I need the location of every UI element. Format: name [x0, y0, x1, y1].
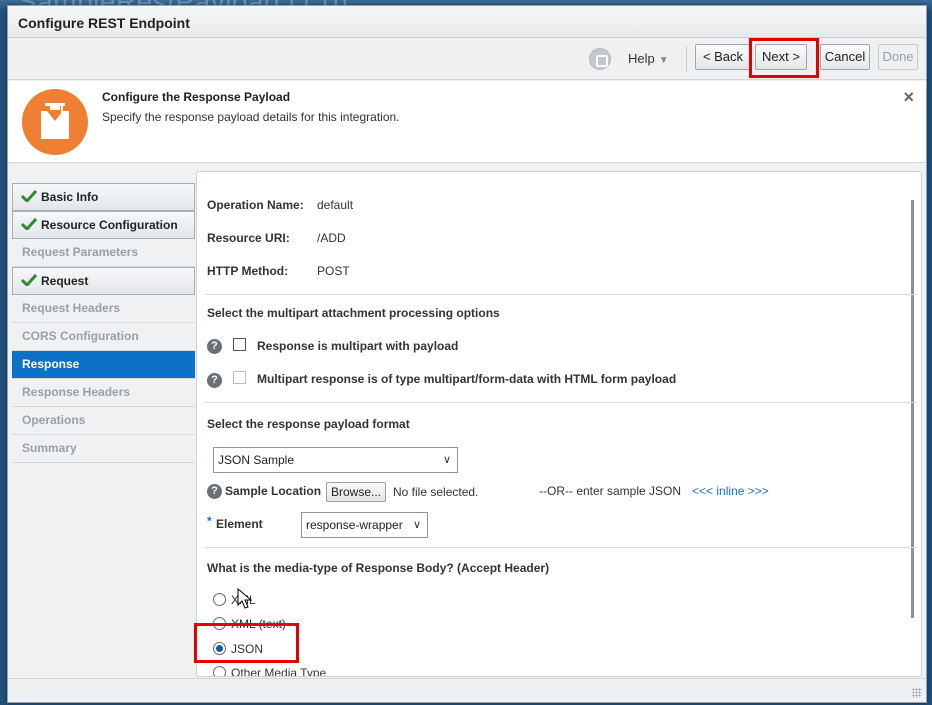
sidebar-item-label: Request — [41, 274, 89, 288]
sidebar-item-request[interactable]: Request — [12, 267, 195, 295]
sidebar-item-label: Resource Configuration — [41, 218, 178, 232]
divider — [205, 547, 917, 548]
multipart-payload-checkbox[interactable] — [233, 338, 246, 351]
configure-rest-dialog: Configure REST Endpoint Help ▼ < Back Nex… — [7, 5, 927, 703]
recorder-icon[interactable] — [589, 48, 611, 70]
sidebar-item-request-parameters[interactable]: Request Parameters — [12, 239, 195, 267]
element-select[interactable]: response-wrapper ∨ — [301, 512, 428, 538]
sidebar-item-label: Summary — [22, 441, 77, 455]
divider — [205, 294, 917, 295]
banner-subtitle: Specify the response payload details for… — [102, 110, 400, 124]
payload-icon — [22, 89, 88, 155]
or-sample-json-text: --OR-- enter sample JSON — [539, 484, 682, 498]
media-other-radio[interactable] — [213, 666, 226, 676]
browse-button[interactable]: Browse... — [326, 482, 387, 502]
help-icon[interactable]: ? — [207, 373, 222, 388]
sidebar-item-label: Request Parameters — [22, 245, 139, 259]
operation-name-row: Operation Name: default — [207, 198, 353, 212]
sidebar-item-label: Basic Info — [41, 190, 99, 204]
dialog-title: Configure REST Endpoint — [8, 6, 926, 38]
step-banner: Configure the Response Payload Specify t… — [8, 81, 926, 163]
media-type-heading: What is the media-type of Response Body?… — [207, 561, 550, 575]
sidebar-item-label: Response Headers — [22, 385, 131, 399]
sidebar-item-resource-configuration[interactable]: Resource Configuration — [12, 211, 195, 239]
chevron-down-icon: ∨ — [412, 519, 421, 531]
payload-format-heading: Select the response payload format — [207, 417, 410, 431]
sidebar-item-summary[interactable]: Summary — [12, 435, 195, 463]
divider — [205, 402, 917, 403]
done-button[interactable]: Done — [878, 44, 918, 70]
dialog-footer — [8, 678, 926, 702]
operation-name-label: Operation Name: — [207, 198, 304, 212]
sample-location-label: Sample Location — [225, 484, 322, 498]
operation-name-value: default — [317, 198, 354, 212]
payload-format-select[interactable]: JSON Sample ∨ — [213, 447, 458, 473]
help-label: Help — [628, 51, 655, 66]
sidebar-item-response-headers[interactable]: Response Headers — [12, 379, 195, 407]
help-icon[interactable]: ? — [207, 484, 222, 499]
element-label: Element — [216, 517, 263, 531]
wizard-steps: Basic Info Resource Configuration Reques… — [12, 183, 195, 463]
chevron-down-icon: ▼ — [658, 55, 669, 66]
media-json-radio[interactable] — [213, 642, 226, 655]
element-value: response-wrapper — [306, 518, 403, 532]
resource-uri-label: Resource URI: — [207, 231, 290, 245]
chevron-down-icon: ∨ — [442, 454, 451, 466]
sidebar-item-label: Request Headers — [22, 301, 121, 315]
banner-title: Configure the Response Payload — [102, 90, 291, 104]
http-method-row: HTTP Method: POST — [207, 264, 350, 278]
resource-uri-row: Resource URI: /ADD — [207, 231, 346, 245]
sidebar-item-response[interactable]: Response — [12, 351, 195, 379]
sidebar-item-cors-configuration[interactable]: CORS Configuration — [12, 323, 195, 351]
media-other-label: Other Media Type — [231, 666, 327, 677]
sidebar-item-label: Response — [22, 357, 80, 371]
help-icon[interactable]: ? — [207, 339, 222, 354]
response-config-panel: Operation Name: default Resource URI: /ADD… — [196, 171, 922, 677]
inline-link[interactable]: <<< inline >>> — [692, 484, 769, 498]
cancel-button[interactable]: Cancel — [820, 44, 870, 70]
media-xml-text-radio[interactable] — [213, 617, 226, 630]
sidebar-item-basic-info[interactable]: Basic Info — [12, 183, 195, 211]
back-button[interactable]: < Back — [695, 44, 751, 70]
resize-grip-icon[interactable] — [912, 688, 922, 698]
payload-format-value: JSON Sample — [218, 453, 295, 467]
resource-uri-value: /ADD — [317, 231, 346, 245]
multipart-formdata-label: Multipart response is of type multipart/… — [257, 372, 677, 386]
help-menu[interactable]: Help ▼ — [628, 51, 669, 66]
multipart-heading: Select the multipart attachment processi… — [207, 306, 500, 320]
required-asterisk: * — [207, 514, 212, 528]
sidebar-item-request-headers[interactable]: Request Headers — [12, 295, 195, 323]
media-json-label: JSON — [231, 642, 264, 656]
no-file-text: No file selected. — [393, 485, 479, 499]
toolbar-divider — [686, 46, 687, 72]
media-xml-radio[interactable] — [213, 593, 226, 606]
sidebar-item-operations[interactable]: Operations — [12, 407, 195, 435]
mouse-cursor-icon — [237, 588, 253, 609]
close-icon[interactable]: × — [903, 87, 914, 108]
sidebar-item-label: Operations — [22, 413, 86, 427]
http-method-label: HTTP Method: — [207, 264, 289, 278]
http-method-value: POST — [317, 264, 350, 278]
next-button[interactable]: Next > — [755, 44, 807, 70]
multipart-formdata-checkbox[interactable] — [233, 371, 246, 384]
check-icon — [21, 190, 37, 202]
sidebar-item-label: CORS Configuration — [22, 329, 139, 343]
scrollbar[interactable] — [911, 200, 914, 618]
check-icon — [21, 274, 37, 286]
check-icon — [21, 218, 37, 230]
media-xml-text-label: XML (text) — [231, 617, 286, 631]
multipart-payload-label: Response is multipart with payload — [257, 339, 459, 353]
